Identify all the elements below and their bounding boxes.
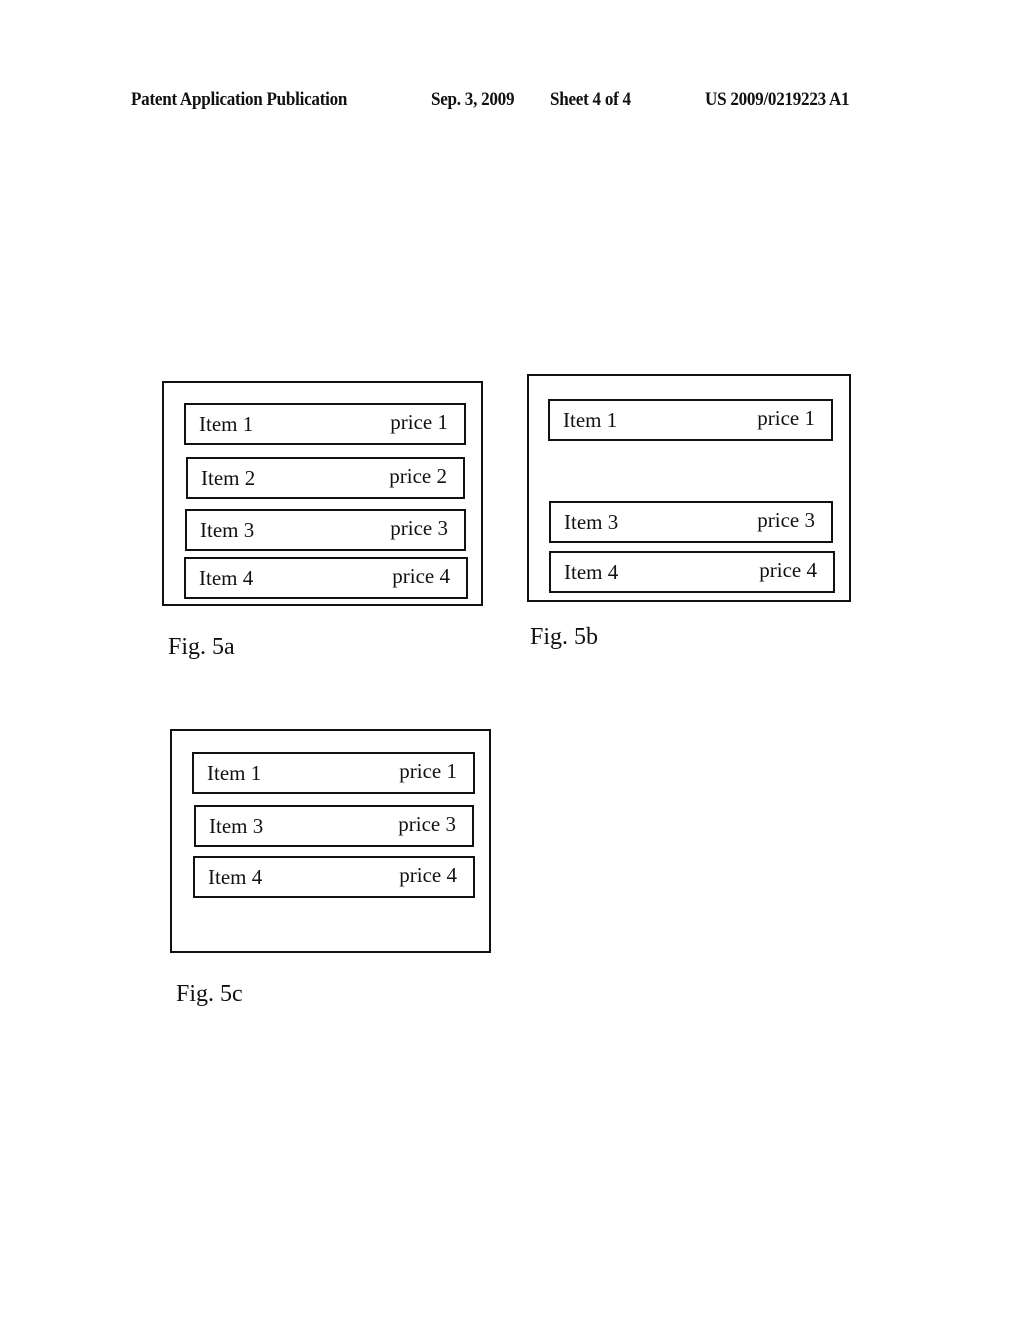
price-label: price 3	[757, 508, 815, 532]
list-item: Item 3 price 3	[549, 501, 833, 543]
item-label: Item 1	[199, 412, 254, 436]
price-label: price 4	[392, 564, 450, 588]
list-item: Item 1 price 1	[548, 399, 833, 441]
page-header: Patent Application Publication Sep. 3, 2…	[0, 89, 1024, 113]
list-item: Item 2 price 2	[186, 457, 465, 499]
list-item: Item 1 price 1	[192, 752, 475, 794]
patent-number: US 2009/0219223 A1	[705, 89, 850, 110]
price-label: price 3	[390, 516, 448, 540]
figure-5a-caption: Fig. 5a	[168, 634, 235, 660]
list-item: Item 1 price 1	[184, 403, 466, 445]
item-label: Item 4	[199, 566, 254, 590]
price-label: price 1	[757, 406, 815, 430]
list-item: Item 4 price 4	[549, 551, 835, 593]
item-label: Item 1	[563, 408, 618, 432]
item-label: Item 3	[200, 518, 255, 542]
item-label: Item 4	[564, 560, 619, 584]
list-item: Item 4 price 4	[184, 557, 468, 599]
item-label: Item 2	[201, 466, 256, 490]
item-label: Item 3	[209, 814, 264, 838]
sheet-number: Sheet 4 of 4	[550, 89, 631, 110]
item-label: Item 4	[208, 865, 263, 889]
price-label: price 4	[759, 558, 817, 582]
item-label: Item 1	[207, 761, 262, 785]
price-label: price 1	[390, 410, 448, 434]
figure-5c-list-frame: Item 1 price 1 Item 3 price 3 Item 4 pri…	[170, 729, 491, 953]
figure-5b-caption: Fig. 5b	[530, 624, 599, 650]
price-label: price 3	[398, 812, 456, 836]
price-label: price 4	[399, 863, 457, 887]
price-label: price 1	[399, 759, 457, 783]
list-item: Item 3 price 3	[194, 805, 474, 847]
figure-5c-caption: Fig. 5c	[176, 981, 243, 1007]
price-label: price 2	[389, 464, 447, 488]
publication-date: Sep. 3, 2009	[431, 89, 515, 110]
publication-type: Patent Application Publication	[131, 89, 348, 110]
figure-5b-list-frame: Item 1 price 1 Item 3 price 3 Item 4 pri…	[527, 374, 851, 602]
list-item: Item 3 price 3	[185, 509, 466, 551]
figure-5a-list-frame: Item 1 price 1 Item 2 price 2 Item 3 pri…	[162, 381, 483, 606]
item-label: Item 3	[564, 510, 619, 534]
list-item: Item 4 price 4	[193, 856, 475, 898]
